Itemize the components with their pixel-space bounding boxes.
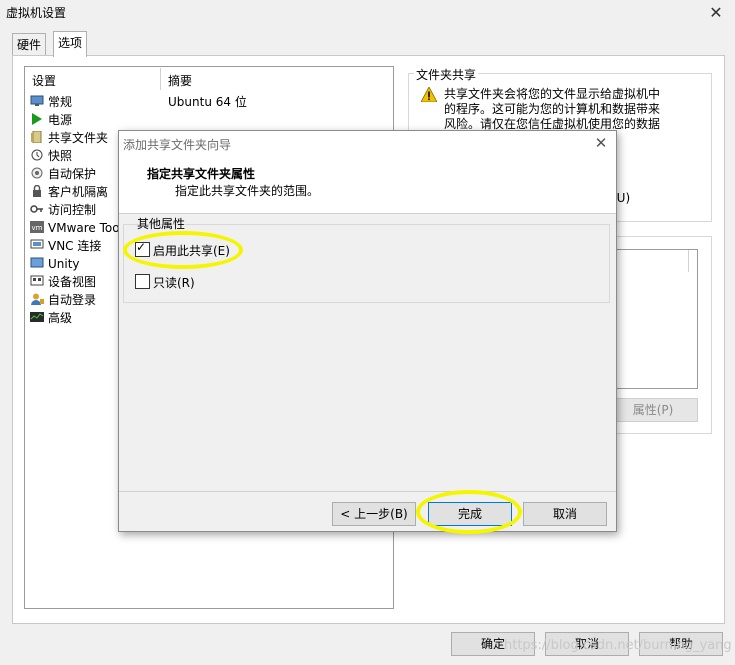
tab-options[interactable]: 选项: [53, 31, 88, 57]
settings-item-unity[interactable]: Unity: [30, 255, 80, 273]
window-close-button[interactable]: ✕: [704, 2, 728, 24]
window-title: 虚拟机设置: [6, 6, 67, 20]
key-icon: [30, 205, 43, 213]
warning-line: 的程序。这可能为您的计算机和数据带来: [444, 102, 661, 116]
warning-line: 共享文件夹会将您的文件显示给虚拟机中: [444, 87, 661, 101]
settings-item-access-control[interactable]: 访问控制: [30, 201, 96, 219]
watermark-text: https://blog.csdn.net/burning_yang: [504, 638, 732, 653]
vm-icon: vm: [30, 221, 44, 233]
checkbox-unchecked-icon[interactable]: [135, 274, 150, 289]
settings-item-device-view[interactable]: 设备视图: [30, 273, 96, 291]
user-icon: [31, 293, 44, 305]
settings-item-label: 自动登录: [48, 293, 97, 307]
wizard-subheading: 指定此共享文件夹的范围。: [175, 184, 320, 198]
settings-item-vmware-tools[interactable]: vm VMware Too: [30, 219, 120, 237]
snapshot-icon: [31, 149, 43, 161]
column-header-setting[interactable]: 设置: [32, 72, 56, 89]
wizard-footer-separator: [119, 491, 616, 492]
folders-column-separator[interactable]: [688, 250, 689, 272]
back-button[interactable]: < 上一步(B): [332, 502, 416, 526]
play-icon: [32, 113, 42, 125]
settings-item-label: 自动保护: [48, 167, 97, 181]
properties-button[interactable]: 属性(P): [608, 398, 698, 422]
settings-item-autologin[interactable]: 自动登录: [30, 291, 96, 309]
column-separator[interactable]: [160, 68, 161, 90]
advanced-icon: [30, 312, 44, 322]
settings-item-vnc[interactable]: VNC 连接: [30, 237, 101, 255]
read-only-label: 只读(R): [153, 276, 195, 290]
read-only-checkbox[interactable]: 只读(R): [135, 274, 195, 291]
other-properties-label: 其他属性: [137, 217, 186, 231]
wizard-title: 添加共享文件夹向导: [123, 138, 232, 152]
warning-icon: [421, 87, 437, 102]
settings-item-autoprotect[interactable]: 自动保护: [30, 165, 96, 183]
column-header-summary[interactable]: 摘要: [168, 72, 192, 89]
wizard-cancel-button[interactable]: 取消: [523, 502, 607, 526]
add-shared-folder-wizard: 添加共享文件夹向导 ✕ 指定共享文件夹属性 指定此共享文件夹的范围。 其他属性 …: [118, 130, 617, 534]
wizard-heading: 指定共享文件夹属性: [147, 167, 256, 181]
svg-text:vm: vm: [32, 224, 43, 232]
vnc-icon: [30, 239, 44, 249]
settings-item-label: VNC 连接: [48, 239, 102, 253]
settings-item-isolation[interactable]: 客户机隔离: [30, 183, 108, 201]
settings-item-label: 快照: [48, 149, 73, 163]
shared-folder-icon: [31, 131, 42, 143]
settings-item-power[interactable]: 电源: [30, 111, 72, 129]
settings-item-label: 设备视图: [48, 275, 97, 289]
settings-item-label: 常规: [48, 95, 73, 109]
unity-icon: [30, 257, 44, 268]
sharing-warning-text: 共享文件夹会将您的文件显示给虚拟机中 的程序。这可能为您的计算机和数据带来 风险…: [444, 87, 694, 132]
autoprotect-icon: [31, 167, 43, 179]
settings-item-label: 客户机隔离: [48, 185, 109, 199]
settings-item-label: 高级: [48, 311, 73, 325]
settings-item-snapshot[interactable]: 快照: [30, 147, 72, 165]
folders-list[interactable]: [608, 249, 698, 389]
settings-item-label: 电源: [48, 113, 73, 127]
lock-icon: [33, 185, 41, 197]
settings-item-advanced[interactable]: 高级: [30, 309, 72, 327]
settings-item-general[interactable]: 常规: [30, 93, 72, 111]
monitor-icon: [30, 95, 44, 106]
settings-item-label: 访问控制: [48, 203, 97, 217]
finish-highlight: [416, 490, 522, 534]
settings-item-shared-folders[interactable]: 共享文件夹: [30, 129, 108, 147]
device-view-icon: [30, 275, 44, 286]
settings-item-label: 共享文件夹: [48, 131, 109, 145]
folder-sharing-title: 文件夹共享: [414, 66, 479, 83]
settings-item-label: VMware Too: [48, 221, 120, 235]
wizard-close-button[interactable]: ✕: [590, 133, 612, 153]
settings-item-general-value: Ubuntu 64 位: [168, 95, 247, 109]
tab-hardware[interactable]: 硬件: [12, 33, 47, 56]
settings-item-label: Unity: [48, 257, 80, 271]
enable-share-highlight: [123, 231, 243, 269]
